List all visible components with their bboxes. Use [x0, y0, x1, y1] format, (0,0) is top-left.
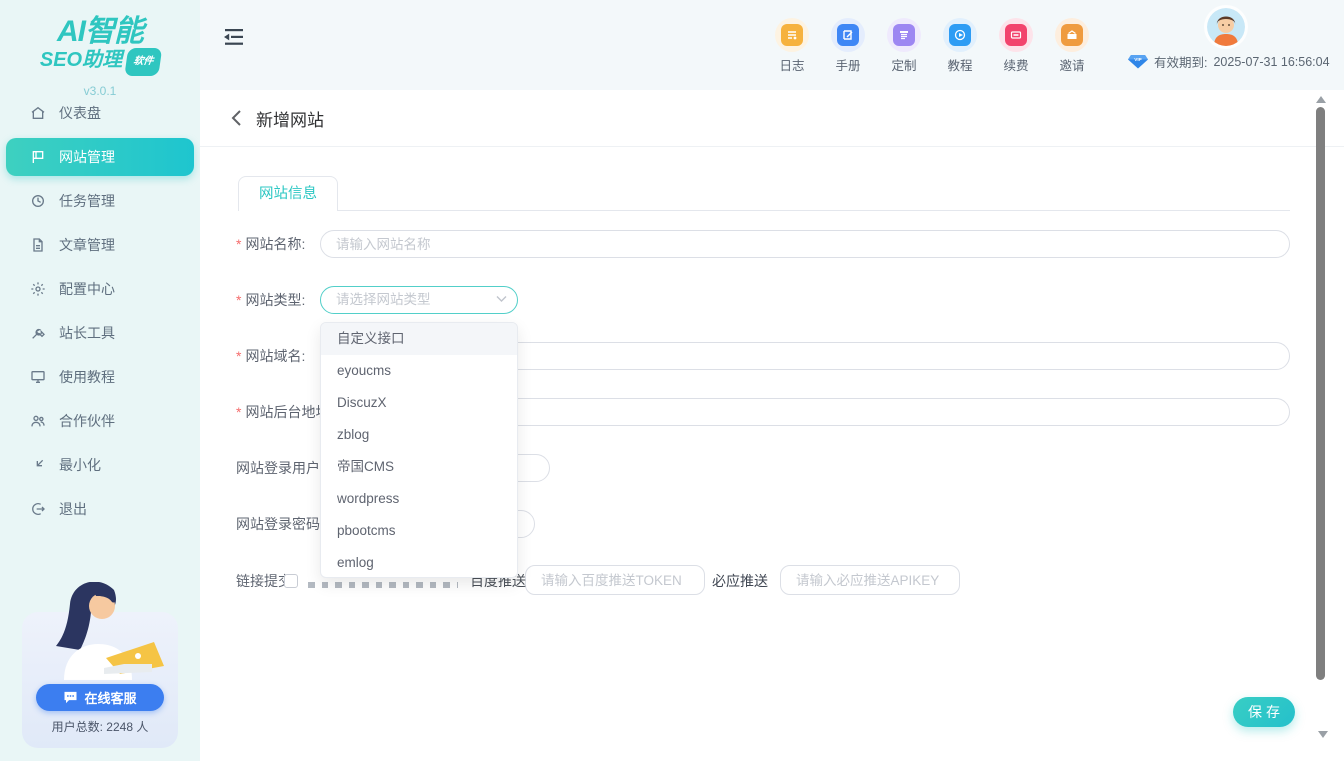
quick-link-custom[interactable]: 定制: [880, 18, 928, 74]
obscured-text-fragment: [308, 582, 458, 588]
document-icon: [30, 237, 46, 253]
logout-icon: [30, 501, 46, 517]
dropdown-option[interactable]: zblog: [321, 419, 517, 451]
user-avatar[interactable]: [1207, 8, 1245, 46]
expiry-label: 有效期到:: [1154, 52, 1207, 71]
logo-badge: 软件: [124, 48, 162, 76]
sidebar: AI智能 SEO助理软件 v3.0.1 仪表盘 网站管理 任务管理 文章管理 配…: [0, 0, 200, 761]
tabbar-line: [238, 210, 1290, 211]
svg-text:VIP: VIP: [1134, 57, 1141, 62]
tab-site-info[interactable]: 网站信息: [238, 176, 338, 211]
sidebar-nav: 仪表盘 网站管理 任务管理 文章管理 配置中心 站长工具 使用教程 合作伙伴: [0, 91, 200, 531]
wrench-icon: [30, 325, 46, 341]
site-type-placeholder: 请选择网站类型: [336, 287, 431, 313]
minimize-icon: [30, 457, 46, 473]
manual-icon: [837, 24, 859, 46]
sidebar-item-dashboard[interactable]: 仪表盘: [0, 91, 200, 135]
menu-fold-icon[interactable]: [224, 28, 244, 46]
site-name-input[interactable]: [320, 230, 1290, 258]
bing-push-label: 必应推送: [712, 566, 768, 596]
logo-line-2: SEO助理软件: [0, 48, 200, 78]
quick-link-tutorial[interactable]: 教程: [936, 18, 984, 74]
dropdown-option[interactable]: pbootcms: [321, 515, 517, 547]
scrollbar-down-arrow[interactable]: [1318, 731, 1328, 738]
customer-service-card: 在线客服 用户总数: 2248 人: [22, 612, 178, 748]
quick-link-logs[interactable]: 日志: [768, 18, 816, 74]
scrollbar-thumb[interactable]: [1316, 107, 1325, 680]
scrollbar-up-arrow[interactable]: [1316, 96, 1326, 103]
sidebar-item-config-center[interactable]: 配置中心: [0, 267, 200, 311]
custom-icon: [893, 24, 915, 46]
dropdown-option[interactable]: 帝国CMS: [321, 451, 517, 483]
link-submit-checkbox[interactable]: [284, 574, 298, 588]
monitor-icon: [30, 369, 46, 385]
online-service-button[interactable]: 在线客服: [36, 684, 164, 711]
dropdown-option[interactable]: 自定义接口: [321, 323, 517, 355]
top-header: 日志 手册 定制 教程 续费: [200, 0, 1344, 90]
site-type-dropdown: 自定义接口 eyoucms DiscuzX zblog 帝国CMS wordpr…: [320, 322, 518, 578]
gear-icon: [30, 281, 46, 297]
user-total-count: 用户总数: 2248 人: [22, 718, 178, 735]
invite-icon: [1061, 24, 1083, 46]
quick-links: 日志 手册 定制 教程 续费: [768, 18, 1096, 74]
back-chevron-icon[interactable]: [230, 109, 244, 127]
site-type-label: *网站类型:: [236, 286, 305, 314]
sidebar-item-tutorial[interactable]: 使用教程: [0, 355, 200, 399]
bing-apikey-input[interactable]: [780, 565, 960, 595]
renew-icon: [1005, 24, 1027, 46]
login-pass-label: 网站登录密码:: [236, 510, 324, 538]
site-flag-icon: [30, 149, 46, 165]
baidu-token-input[interactable]: [525, 565, 705, 595]
logs-icon: [781, 24, 803, 46]
sidebar-item-webmaster-tools[interactable]: 站长工具: [0, 311, 200, 355]
sidebar-item-site-management[interactable]: 网站管理: [6, 138, 194, 176]
divider: [200, 146, 1344, 147]
site-name-label: *网站名称:: [236, 230, 305, 258]
site-domain-label: *网站域名:: [236, 342, 305, 370]
tutorial-icon: [949, 24, 971, 46]
expiry-value: 2025-07-31 16:56:04: [1213, 55, 1329, 69]
dropdown-option[interactable]: DiscuzX: [321, 387, 517, 419]
partners-icon: [30, 413, 46, 429]
app-logo: AI智能 SEO助理软件 v3.0.1: [0, 0, 200, 98]
sidebar-item-task-management[interactable]: 任务管理: [0, 179, 200, 223]
save-button[interactable]: 保存: [1233, 697, 1295, 727]
home-icon: [30, 105, 46, 121]
dropdown-option[interactable]: emlog: [321, 547, 517, 578]
page-title: 新增网站: [256, 106, 324, 131]
main-content: 新增网站 网站信息 *网站名称: *网站类型: 请选择网站类型 *网站域名: *…: [200, 90, 1344, 761]
quick-link-renew[interactable]: 续费: [992, 18, 1040, 74]
customer-service-illustration: [34, 582, 166, 682]
vip-icon: VIP: [1128, 54, 1148, 69]
chat-bubble-icon: [63, 691, 78, 704]
sidebar-item-article-management[interactable]: 文章管理: [0, 223, 200, 267]
dropdown-option[interactable]: wordpress: [321, 483, 517, 515]
quick-link-invite[interactable]: 邀请: [1048, 18, 1096, 74]
sidebar-item-logout[interactable]: 退出: [0, 487, 200, 531]
sidebar-item-partners[interactable]: 合作伙伴: [0, 399, 200, 443]
site-type-select[interactable]: 请选择网站类型: [320, 286, 518, 314]
clock-icon: [30, 193, 46, 209]
quick-link-manual[interactable]: 手册: [824, 18, 872, 74]
dropdown-option[interactable]: eyoucms: [321, 355, 517, 387]
license-expiry: VIP 有效期到: 2025-07-31 16:56:04: [1128, 52, 1330, 71]
sidebar-item-minimize[interactable]: 最小化: [0, 443, 200, 487]
site-admin-label: *网站后台地址:: [236, 398, 333, 426]
logo-line-1: AI智能: [0, 16, 200, 48]
chevron-down-icon: [496, 295, 507, 303]
